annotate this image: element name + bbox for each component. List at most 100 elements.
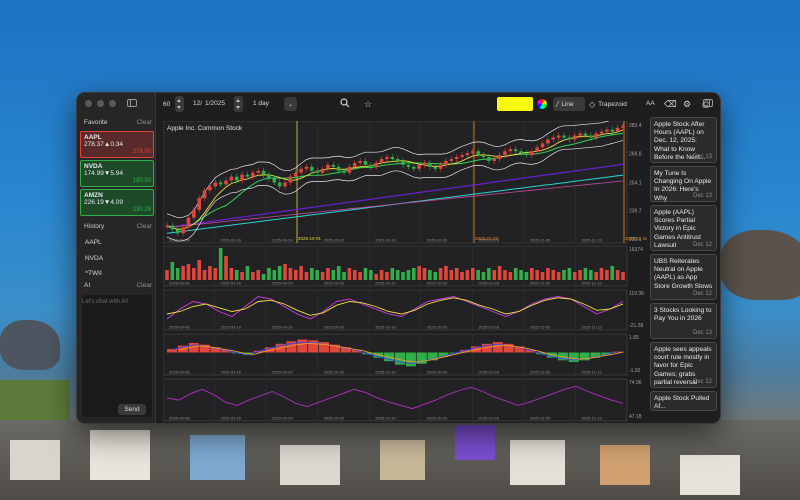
candle-body	[454, 157, 459, 160]
volume-bar	[186, 264, 191, 280]
interval-stepper[interactable]	[175, 96, 184, 112]
x-tick: 2025-09-24	[272, 238, 293, 243]
history-clear-button[interactable]: Clear	[136, 223, 152, 230]
star-icon[interactable]: ☆	[362, 98, 374, 110]
candle-body	[599, 131, 604, 134]
volume-bar	[336, 266, 341, 280]
candle-body	[165, 225, 169, 227]
date-month: 12/	[193, 100, 203, 107]
favorite-item-aapl[interactable]: AAPL 278.37▲0.34 278.00	[80, 131, 154, 158]
interval-field[interactable]: 60	[163, 97, 170, 111]
volume-bar	[202, 270, 207, 280]
x-tick: 2025-11-05	[530, 416, 551, 421]
news-item[interactable]: Apple Stock After Hours (AAPL) on Dec. 1…	[650, 117, 717, 163]
news-item[interactable]: Apple Stock Pulled Af...	[650, 391, 717, 411]
candle-body	[267, 174, 271, 179]
house	[10, 440, 60, 480]
eraser-icon[interactable]: ⌫	[664, 98, 677, 110]
favorite-price: 226.19▼4.09	[84, 199, 123, 206]
candle-body	[197, 198, 201, 210]
news-date: Dec 12	[692, 379, 712, 385]
rsi-tick: 47.18	[629, 414, 642, 420]
macd-bar	[568, 352, 579, 363]
x-tick: 2025-11-05	[530, 325, 551, 330]
volume-bar	[197, 260, 201, 280]
trees	[0, 380, 70, 420]
favorite-clear-button[interactable]: Clear	[136, 119, 152, 126]
volume-bar	[267, 268, 271, 280]
price-tick: 254.1	[629, 180, 642, 186]
range-select[interactable]: 1 day	[253, 100, 269, 107]
news-item[interactable]: Apple sees appeals court rule mostly in …	[650, 342, 717, 388]
volume-bar	[567, 268, 572, 280]
minimize-window-button[interactable]	[97, 100, 104, 107]
candle-body	[369, 164, 373, 167]
macd-tick: -1.92	[629, 368, 641, 374]
settings-icon[interactable]: ⚙	[681, 98, 693, 110]
chart-area[interactable]: 283.4 268.8 254.1 239.7 225.1 2025-09-08 2025-…	[162, 116, 648, 423]
x-tick: 2025-10-02	[324, 370, 345, 375]
date-stepper[interactable]	[234, 96, 243, 112]
favorite-item-nvda[interactable]: NVDA 174.99▼5.94 180.93	[80, 160, 154, 187]
news-item[interactable]: UBS Reiterates Neutral on Apple (AAPL) a…	[650, 254, 717, 300]
ai-label: AI	[84, 282, 91, 289]
candle-body	[304, 166, 309, 169]
x-tick: 2025-09-16	[221, 238, 242, 243]
history-item[interactable]: NVDA	[85, 255, 103, 262]
candle-body	[406, 164, 411, 167]
chat-input[interactable]	[82, 295, 152, 417]
trapezoid-tool-button[interactable]: ◇ Trapezoid	[589, 100, 627, 109]
close-window-button[interactable]	[85, 100, 92, 107]
volume-bar	[524, 272, 529, 280]
candle-body	[551, 137, 556, 140]
x-tick: 2025-09-08	[169, 238, 190, 243]
news-item[interactable]: My Tune Is Changing On Apple In 2026: He…	[650, 166, 717, 202]
volume-bar	[261, 274, 266, 280]
x-tick: 2025-11-05	[530, 238, 551, 243]
stock-chart[interactable]: 283.4268.8254.1239.7225.12025-09-08 2025-…	[162, 116, 648, 423]
kd-tick: 119.36	[629, 291, 644, 297]
news-item[interactable]: 3 Stocks Looking to Pay You in 2026 Dec 1…	[650, 303, 717, 339]
window-controls	[85, 100, 116, 107]
candle-body	[556, 135, 561, 138]
date-marker-label: 2025-10-01	[298, 236, 322, 241]
zoom-window-button[interactable]	[109, 100, 116, 107]
news-date: Dec 12	[692, 291, 712, 297]
volume-bar	[503, 270, 507, 280]
history-item[interactable]: ^TWII	[85, 270, 102, 277]
candle-body	[621, 125, 625, 128]
candle-body	[589, 135, 593, 138]
sidebar-toggle-icon[interactable]	[127, 99, 137, 107]
candle-body	[347, 166, 352, 173]
font-size-button[interactable]: AA	[646, 100, 655, 107]
news-item[interactable]: Apple (AAPL) Scores Partial Victory in E…	[650, 205, 717, 251]
x-tick: 2025-10-20	[427, 370, 448, 375]
line-tool-button[interactable]: ⁄ Line	[553, 97, 585, 111]
x-tick: 2025-09-16	[221, 370, 242, 375]
candle-body	[390, 157, 395, 160]
candle-body	[315, 170, 320, 173]
volume-bar	[379, 270, 384, 280]
range-dropdown-button[interactable]: ⌄	[284, 97, 297, 111]
volume-bar	[293, 270, 298, 280]
history-item[interactable]: AAPL	[85, 239, 102, 246]
search-icon[interactable]	[339, 98, 351, 110]
x-tick: 2025-10-10	[375, 281, 396, 286]
volume-bar	[224, 256, 228, 280]
interval-value: 60	[163, 100, 171, 108]
highlight-color-swatch[interactable]	[497, 97, 533, 111]
favorite-item-amzn[interactable]: AMZN 226.19▼4.09 230.28	[80, 189, 154, 216]
favorite-label: Favorite	[84, 119, 108, 126]
ai-clear-button[interactable]: Clear	[136, 282, 152, 289]
volume-bar	[310, 268, 314, 280]
candle-body	[192, 209, 196, 218]
candle-body	[342, 170, 346, 173]
coast-rock	[0, 320, 60, 370]
x-tick: 2025-11-13	[581, 370, 602, 375]
date-field[interactable]: 12/ 1/2025	[193, 100, 225, 107]
color-wheel-icon[interactable]	[537, 99, 547, 109]
news-panel-toggle-icon[interactable]	[703, 99, 713, 107]
send-button[interactable]: Send	[118, 404, 146, 415]
volume-bar	[272, 270, 277, 280]
x-tick: 2025-10-20	[427, 238, 448, 243]
